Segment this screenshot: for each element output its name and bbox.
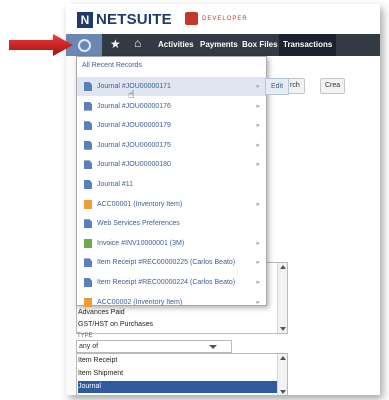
- document-icon: [84, 140, 92, 150]
- recent-record-label: Journal #JOU00000180: [97, 161, 171, 169]
- type-list[interactable]: Item Receipt Item Shipment Journal: [76, 353, 288, 395]
- type-label: TYPE: [77, 333, 93, 339]
- nav-payments[interactable]: Payments: [200, 34, 238, 56]
- document-icon: [84, 82, 92, 91]
- recent-record-item[interactable]: Item Receipt #REC00000225 (Carlos Beato)…: [77, 253, 266, 272]
- recent-record-label: Web Services Preferences: [97, 220, 180, 228]
- chevron-right-icon[interactable]: ▸: [256, 195, 260, 214]
- recent-record-item[interactable]: ACC00001 (Inventory Item) ▸: [77, 195, 266, 214]
- document-icon: [84, 258, 92, 268]
- netsuite-logo[interactable]: N NETSUITE: [77, 11, 172, 28]
- developer-logo-text: DEVELOPER: [202, 15, 248, 22]
- edit-button[interactable]: Edit: [265, 78, 289, 95]
- document-icon: [84, 121, 92, 131]
- item-icon: [84, 199, 92, 209]
- item-icon: [84, 297, 92, 307]
- chevron-right-icon[interactable]: ▸: [256, 293, 260, 312]
- recent-record-item[interactable]: Journal #JOU00000179 ▸: [77, 116, 266, 135]
- hand-cursor-icon: ☝: [128, 89, 135, 101]
- document-icon: [84, 278, 92, 287]
- scroll-down-icon[interactable]: [280, 390, 286, 394]
- scroll-down-icon[interactable]: [280, 327, 286, 331]
- recent-record-label: Journal #JOU00000175: [97, 141, 171, 149]
- recent-record-label: ACC00002 (Inventory Item): [97, 298, 183, 306]
- recent-record-label: Invoice #INV10000001 (3M): [97, 239, 185, 247]
- list-item[interactable]: Item Shipment: [78, 368, 277, 380]
- netsuite-window: N NETSUITE DEVELOPER ★ ⌂ Activities Paym…: [66, 4, 380, 395]
- red-arrow-icon: [9, 34, 73, 56]
- nav-transactions[interactable]: Transactions: [279, 34, 337, 56]
- recent-record-label: ACC00001 (Inventory Item): [97, 200, 183, 208]
- left-gutter: [66, 56, 76, 395]
- recent-record-label: Journal #11: [97, 181, 134, 188]
- recent-record-item[interactable]: Journal #JOU00000176 ▸: [77, 97, 266, 116]
- scroll-up-icon[interactable]: [280, 265, 286, 269]
- recent-record-item[interactable]: ACC00002 (Inventory Item) ▸: [77, 293, 266, 312]
- clock-icon: [78, 39, 91, 52]
- recent-records-header: All Recent Records: [82, 62, 142, 69]
- recent-records-dropdown: All Recent Records Journal #JOU00000171 ▸…: [76, 56, 267, 307]
- nav-activities[interactable]: Activities: [158, 34, 194, 56]
- developer-logo-icon: [185, 12, 198, 25]
- developer-logo: DEVELOPER: [185, 12, 248, 25]
- type-operator-value: any of: [79, 343, 99, 350]
- chevron-right-icon[interactable]: ▸: [256, 155, 260, 174]
- scrollbar[interactable]: [277, 354, 287, 395]
- netsuite-logo-mark: N: [77, 11, 93, 28]
- chevron-right-icon[interactable]: ▸: [256, 136, 260, 155]
- recent-record-item[interactable]: Invoice #INV10000001 (3M) ▸: [77, 234, 266, 253]
- recent-record-label: Item Receipt #REC00000225 (Carlos Beato): [97, 259, 236, 267]
- netsuite-logo-text: NETSUITE: [96, 11, 172, 28]
- invoice-icon: [84, 238, 92, 248]
- star-icon[interactable]: ★: [110, 37, 121, 51]
- recent-record-item[interactable]: Journal #JOU00000171 ▸: [77, 77, 266, 96]
- recent-record-item[interactable]: Journal #JOU00000175 ▸: [77, 136, 266, 155]
- document-icon: [84, 180, 92, 189]
- chevron-right-icon[interactable]: ▸: [256, 273, 260, 292]
- main-nav-bar: ★ ⌂ Activities Payments Box Files Transa…: [66, 34, 380, 56]
- list-item[interactable]: GST/HST on Purchases: [78, 319, 274, 330]
- logo-bar: N NETSUITE DEVELOPER: [66, 4, 380, 34]
- recent-record-label: Item Receipt #REC00000224 (Carlos Beato): [97, 279, 236, 286]
- document-icon: [84, 160, 92, 170]
- chevron-right-icon[interactable]: ▸: [256, 97, 260, 116]
- chevron-right-icon[interactable]: ▸: [256, 116, 260, 135]
- chevron-right-icon[interactable]: ▸: [256, 77, 260, 96]
- document-icon: [84, 219, 92, 229]
- recent-record-item[interactable]: Web Services Preferences: [77, 214, 266, 233]
- recent-record-item[interactable]: Journal #11: [77, 175, 266, 194]
- home-icon[interactable]: ⌂: [134, 36, 141, 50]
- list-item[interactable]: Item Receipt: [78, 355, 277, 367]
- create-button[interactable]: Crea: [320, 78, 346, 94]
- nav-box-files[interactable]: Box Files: [242, 34, 278, 56]
- chevron-right-icon[interactable]: ▸: [256, 234, 260, 253]
- scrollbar[interactable]: [277, 263, 287, 333]
- chevron-down-icon: [209, 345, 217, 349]
- chevron-right-icon[interactable]: ▸: [256, 253, 260, 272]
- scroll-up-icon[interactable]: [280, 356, 286, 360]
- type-operator-select[interactable]: any of: [76, 340, 232, 353]
- recent-record-item[interactable]: Item Receipt #REC00000224 (Carlos Beato)…: [77, 273, 266, 292]
- document-icon: [84, 101, 92, 111]
- recent-record-label: Journal #JOU00000179: [97, 122, 171, 130]
- list-item-selected[interactable]: Journal: [78, 381, 277, 393]
- recent-record-item[interactable]: Journal #JOU00000180 ▸: [77, 155, 266, 174]
